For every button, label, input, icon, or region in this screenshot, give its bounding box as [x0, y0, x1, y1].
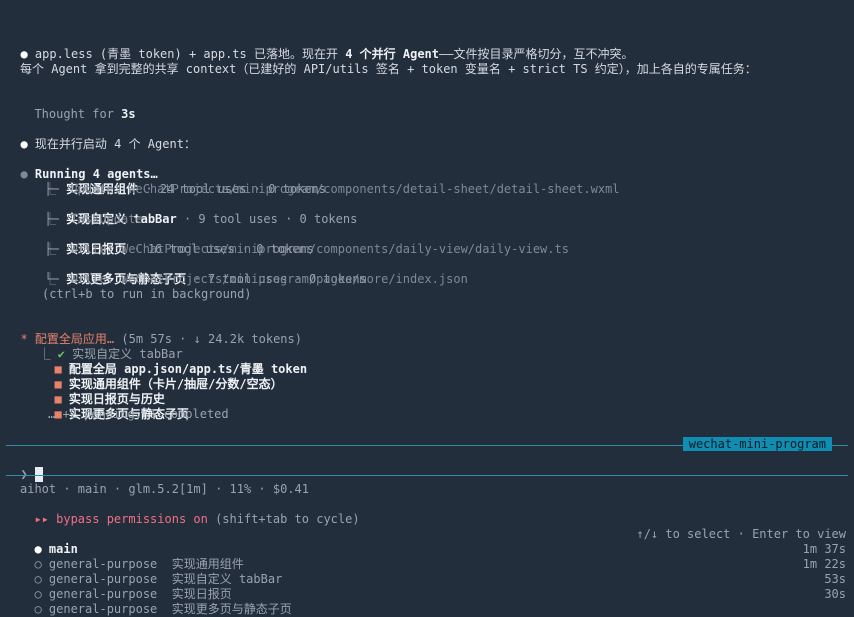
task-main-row[interactable]: ● main	[20, 527, 77, 556]
agent-stats: · 9 tool uses · 0 tokens	[176, 212, 358, 226]
task-name: 实现更多页与静态子页	[157, 602, 292, 616]
agent-activity: ⎿ Update: WeChatProjects/miniprogram/com…	[44, 182, 620, 196]
agent-row[interactable]: ├─ 实现自定义 tabBar · 9 tool uses · 0 tokens	[30, 197, 357, 226]
agent-activity: ⎿ Write: WeChatProjects/miniprogram/comp…	[44, 242, 569, 256]
running-agents-header: ● Running 4 agents…	[6, 152, 157, 181]
agent-activity: ⎿ Write: WeChatProjects/miniprogram/page…	[44, 272, 468, 286]
permission-hint: (shift+tab to cycle)	[207, 512, 360, 526]
prompt-chevron-icon: ❯	[20, 467, 28, 481]
agent-row[interactable]: └─ 实现更多页与静态子页 · 7 tool uses · 0 tokens	[30, 257, 366, 286]
background-task-row[interactable]: ○ general-purpose 实现自定义 tabBar	[20, 557, 282, 586]
running-bullet-icon: ●	[20, 167, 28, 181]
circle-icon: ○	[34, 602, 42, 616]
permission-mode[interactable]: ▸▸ bypass permissions on (shift+tab to c…	[20, 497, 359, 526]
project-tag: wechat-mini-program	[682, 437, 832, 451]
thought-duration: 3s	[121, 107, 136, 121]
prompt-input[interactable]: ❯	[6, 452, 43, 482]
permission-arrows-icon: ▸▸	[34, 512, 49, 526]
message-emphasis: 4 个并行 Agent	[345, 47, 440, 61]
task-duration: 30s	[824, 587, 846, 601]
task-duration: 1m 37s	[802, 542, 846, 556]
task-pending-row: ■ 实现更多页与静态子页	[40, 392, 188, 421]
background-hint: (ctrl+b to run in background)	[42, 287, 252, 301]
message-text-suffix: ——文件按目录严格切分，互不冲突。	[439, 47, 634, 61]
assistant-message-1: ● app.less (青墨 token) + app.ts 已落地。现在开 4…	[6, 32, 633, 61]
task-pending-row: ■ 实现通用组件（卡片/抽屉/分数/空态）	[40, 362, 282, 391]
agent-row[interactable]: ├─ 实现日报页 · 16 tool uses · 0 tokens	[30, 227, 314, 256]
task-done-row: ⎿ ✔ 实现自定义 tabBar	[24, 332, 182, 361]
background-task-row[interactable]: ○ general-purpose 实现通用组件	[20, 542, 243, 571]
agent-activity: ⎿ TaskUpdate	[44, 212, 143, 226]
thought-indicator[interactable]: Thought for 3s	[20, 92, 135, 121]
task-pending-row: ■ 实现日报页与历史	[40, 377, 164, 406]
pending-summary: … +2 pending, 1 completed	[48, 407, 229, 421]
message-text: 现在并行启动 4 个 Agent：	[27, 137, 196, 151]
background-task-row[interactable]: ○ general-purpose 实现更多页与静态子页	[20, 587, 291, 616]
thought-label: Thought for	[34, 107, 122, 121]
navigation-hint: ↑/↓ to select · Enter to view	[636, 527, 846, 541]
agent-row[interactable]: ├─ 实现通用组件 · 24 tool uses · 0 tokens	[30, 167, 326, 196]
permission-text: bypass permissions on	[48, 512, 208, 526]
task-duration: 53s	[824, 572, 846, 586]
task-pending-row: ■ 配置全局 app.json/app.ts/青墨 token	[40, 347, 307, 376]
status-header: * 配置全局应用… (5m 57s · ↓ 24.2k tokens)	[6, 317, 302, 346]
message-text: app.less (青墨 token) + app.ts 已落地。现在开	[27, 47, 346, 61]
message-bullet-icon: ●	[20, 137, 28, 151]
message-bullet-icon: ●	[20, 47, 28, 61]
task-duration: 1m 22s	[802, 557, 846, 571]
assistant-message-2: 每个 Agent 拿到完整的共享 context（已建好的 API/utils …	[20, 62, 757, 76]
background-task-row[interactable]: ○ general-purpose 实现日报页	[20, 572, 231, 601]
input-bottom-divider	[6, 475, 848, 476]
status-line: aihot · main · glm.5.2[1m] · 11% · $0.41	[20, 482, 309, 496]
assistant-message-3: ● 现在并行启动 4 个 Agent：	[6, 122, 195, 151]
task-type: general-purpose	[41, 602, 158, 616]
